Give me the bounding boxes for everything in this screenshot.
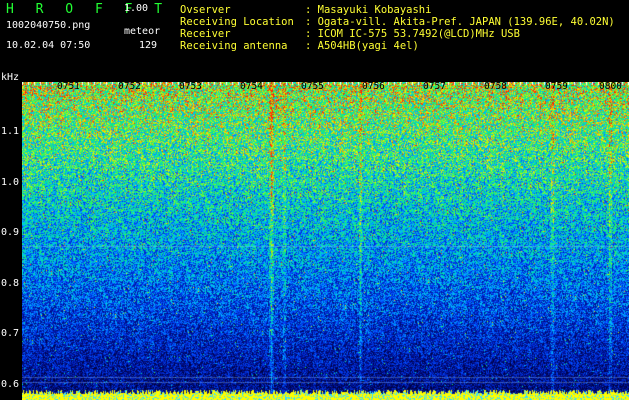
location-key: Receiving Location (180, 16, 294, 28)
observer-value: : Masayuki Kobayashi (305, 4, 432, 16)
time-tick: 0754 (240, 81, 263, 92)
frequency-tick: 0.8 (1, 277, 20, 289)
time-tick: 0756 (362, 81, 385, 92)
time-tick: 0755 (301, 81, 324, 92)
detection-count: 129 (139, 40, 158, 51)
mode-label: meteor (124, 26, 161, 37)
frequency-tick: 0.9 (1, 227, 20, 239)
time-tick: 0759 (545, 81, 568, 92)
time-tick: 0800 (599, 81, 622, 92)
receiver-value: : ICOM IC-575 53.7492(@LCD)MHz USB (305, 28, 520, 40)
spectrogram-canvas (22, 82, 629, 400)
frequency-unit-label: kHz (1, 72, 20, 83)
time-tick: 0757 (423, 81, 446, 92)
location-value: : Ogata-vill. Akita-Pref. JAPAN (139.96E… (305, 16, 615, 28)
antenna-key: Receiving antenna (180, 40, 288, 52)
time-tick: 0751 (57, 81, 80, 92)
observer-key: Ovserver (180, 4, 231, 16)
antenna-value: : A504HB(yagi 4el) (305, 40, 419, 52)
frequency-tick: 0.7 (1, 328, 20, 340)
time-tick: 0758 (484, 81, 507, 92)
time-tick: 0753 (179, 81, 202, 92)
file-name: 1002040750.png (6, 20, 91, 31)
frequency-tick: 1.0 (1, 176, 20, 188)
frequency-tick: 0.6 (1, 378, 20, 390)
time-tick: 0752 (118, 81, 141, 92)
receiver-key: Receiver (180, 28, 231, 40)
app-version: 1.00 (124, 3, 149, 14)
timestamp: 10.02.04 07:50 (6, 40, 91, 51)
spectrogram-waterfall[interactable] (22, 82, 629, 400)
frequency-tick: 1.1 (1, 126, 20, 138)
